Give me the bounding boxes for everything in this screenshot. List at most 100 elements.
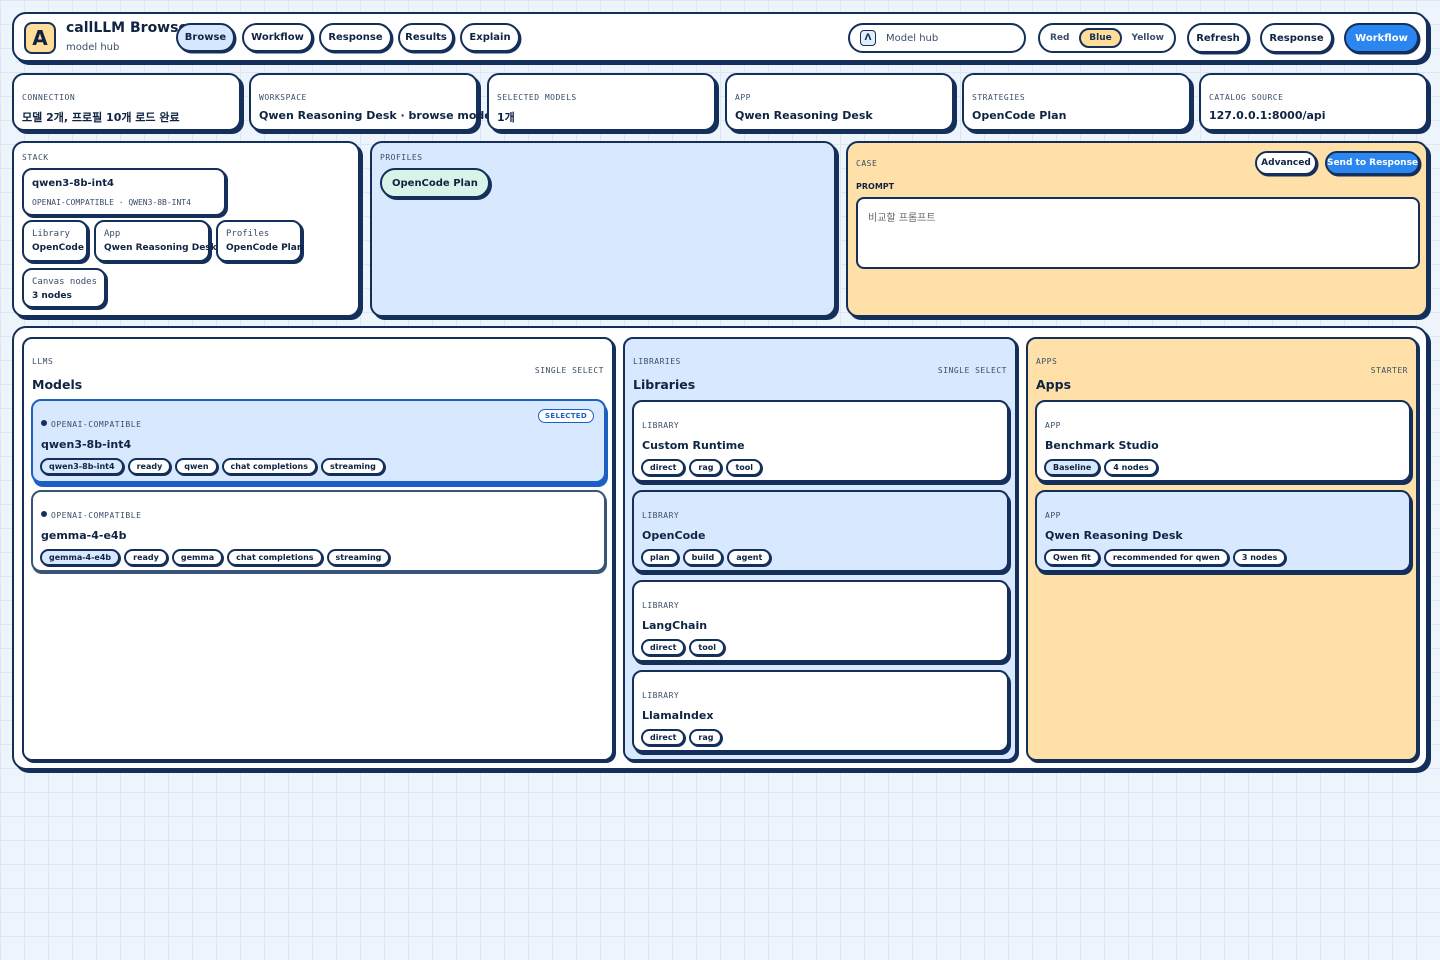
library-card-langchain[interactable]: LIBRARY LangChain direct tool [632, 580, 1009, 662]
stack-model-card[interactable]: qwen3-8b-int4 OPENAI-COMPATIBLE · QWEN3-… [22, 168, 226, 216]
app-title: callLLM Browse [66, 20, 188, 36]
library-kind: LIBRARY [642, 511, 680, 520]
library-tags: plan build agent [641, 549, 772, 566]
model-name: gemma-4-e4b [41, 529, 127, 542]
tag: direct [641, 639, 686, 656]
profiles-panel: PROFILES OpenCode Plan [370, 141, 836, 317]
theme-option-red[interactable]: Red [1050, 33, 1069, 43]
refresh-button[interactable]: Refresh [1187, 23, 1249, 53]
apps-title: Apps [1036, 377, 1072, 392]
stack-card-key: App [104, 229, 121, 239]
libraries-mode: SINGLE SELECT [937, 366, 1007, 375]
library-name: Custom Runtime [642, 439, 745, 452]
tag: chat completions [227, 549, 323, 566]
stack-card-key: Library [32, 229, 70, 239]
model-name: qwen3-8b-int4 [41, 438, 132, 451]
send-to-response-button[interactable]: Send to Response [1325, 151, 1420, 175]
tag: Qwen fit [1044, 549, 1100, 566]
model-card-gemma[interactable]: OPENAI-COMPATIBLE gemma-4-e4b gemma-4-e4… [31, 490, 606, 572]
stack-model-name: qwen3-8b-int4 [32, 178, 114, 189]
stat-label: SELECTED MODELS [497, 93, 577, 102]
app-logo: A [24, 22, 56, 54]
profiles-label: PROFILES [380, 153, 423, 162]
theme-option-yellow[interactable]: Yellow [1132, 33, 1164, 43]
prompt-textarea[interactable]: 비교할 프롬프트 [856, 197, 1420, 269]
stack-profiles-card[interactable]: Profiles OpenCode Plan [216, 220, 303, 262]
model-card-qwen3[interactable]: SELECTED OPENAI-COMPATIBLE qwen3-8b-int4… [31, 399, 606, 483]
tag: qwen3-8b-int4 [40, 458, 124, 475]
library-card-custom-runtime[interactable]: LIBRARY Custom Runtime direct rag tool [632, 400, 1009, 482]
stat-label: APP [735, 93, 751, 102]
model-hub-search[interactable]: Λ Model hub [848, 23, 1026, 53]
tag: ready [124, 549, 168, 566]
tab-response[interactable]: Response [319, 23, 392, 52]
tag: streaming [320, 458, 385, 475]
top-bar: A callLLM Browse model hub Browse Workfl… [12, 12, 1428, 62]
app-tags: Baseline 4 nodes [1044, 459, 1158, 476]
profile-chip[interactable]: OpenCode Plan [380, 168, 490, 198]
library-kind: LIBRARY [642, 691, 680, 700]
stat-value: 모델 2개, 프로필 10개 로드 완료 [22, 111, 180, 124]
stack-library-card[interactable]: Library OpenCode [22, 220, 88, 262]
stat-workspace: WORKSPACE Qwen Reasoning Desk · browse m… [249, 73, 492, 131]
stack-app-card[interactable]: App Qwen Reasoning Desk [94, 220, 217, 262]
stat-connection: CONNECTION 모델 2개, 프로필 10개 로드 완료 [12, 73, 241, 131]
tab-browse[interactable]: Browse [176, 23, 235, 52]
app-name: Benchmark Studio [1045, 439, 1159, 452]
stat-value: Qwen Reasoning Desk [735, 109, 873, 122]
model-tags: gemma-4-e4b ready gemma chat completions… [40, 549, 391, 566]
catalog-section: LLMS Models SINGLE SELECT SELECTED OPENA… [12, 326, 1428, 770]
app-card-qwen-reasoning-desk[interactable]: APP Qwen Reasoning Desk Qwen fit recomme… [1035, 490, 1411, 572]
tab-workflow[interactable]: Workflow [242, 23, 313, 52]
app-name: Qwen Reasoning Desk [1045, 529, 1183, 542]
tag: Baseline [1044, 459, 1101, 476]
app-subtitle: model hub [66, 42, 120, 53]
prompt-label: PROMPT [856, 182, 895, 191]
prompt-placeholder: 비교할 프롬프트 [868, 213, 936, 224]
tag: 3 nodes [1232, 549, 1287, 566]
response-button[interactable]: Response [1260, 23, 1333, 53]
stack-card-key: Profiles [226, 229, 270, 239]
models-title: Models [32, 377, 83, 392]
tag: 4 nodes [1104, 459, 1158, 476]
tag: gemma-4-e4b [40, 549, 121, 566]
app-card-benchmark-studio[interactable]: APP Benchmark Studio Baseline 4 nodes [1035, 400, 1411, 482]
theme-option-blue[interactable]: Blue [1079, 28, 1122, 48]
library-card-llamaindex[interactable]: LIBRARY LlamaIndex direct rag [632, 670, 1009, 752]
model-kind: OPENAI-COMPATIBLE [41, 420, 141, 429]
advanced-button[interactable]: Advanced [1255, 151, 1317, 175]
case-panel: CASE Advanced Send to Response PROMPT 비교… [846, 141, 1428, 317]
tag: ready [127, 458, 172, 475]
model-tags: qwen3-8b-int4 ready qwen chat completion… [40, 458, 385, 475]
library-card-opencode[interactable]: LIBRARY OpenCode plan build agent [632, 490, 1009, 572]
stat-strategies: STRATEGIES OpenCode Plan [962, 73, 1191, 131]
workflow-button[interactable]: Workflow [1344, 23, 1419, 53]
stat-selected-models: SELECTED MODELS 1개 [487, 73, 716, 131]
stat-value: Qwen Reasoning Desk · browse mode [259, 109, 492, 122]
tag: rag [689, 459, 723, 476]
tag: recommended for qwen [1103, 549, 1229, 566]
apps-label: APPS [1036, 357, 1058, 366]
app-tags: Qwen fit recommended for qwen 3 nodes [1044, 549, 1287, 566]
stack-model-meta: OPENAI-COMPATIBLE · QWEN3-8B-INT4 [32, 198, 191, 207]
stack-card-value: 3 nodes [32, 291, 72, 301]
stack-label: STACK [22, 153, 49, 162]
library-name: LangChain [642, 619, 708, 632]
lambda-icon: Λ [860, 30, 876, 46]
tab-explain[interactable]: Explain [460, 23, 520, 52]
stat-value: OpenCode Plan [972, 109, 1067, 122]
tag: plan [641, 549, 679, 566]
libraries-label: LIBRARIES [633, 357, 681, 366]
selected-badge: SELECTED [538, 409, 594, 423]
stat-label: CATALOG SOURCE [1209, 93, 1284, 102]
tag: agent [727, 549, 772, 566]
tag: tool [689, 639, 725, 656]
stack-canvas-card[interactable]: Canvas nodes 3 nodes [22, 268, 106, 308]
tab-results[interactable]: Results [398, 23, 454, 52]
tag: gemma [171, 549, 224, 566]
models-mode: SINGLE SELECT [534, 366, 604, 375]
library-name: OpenCode [642, 529, 706, 542]
app-kind: APP [1045, 511, 1061, 520]
stack-card-value: OpenCode [32, 243, 84, 253]
tag: chat completions [221, 458, 317, 475]
